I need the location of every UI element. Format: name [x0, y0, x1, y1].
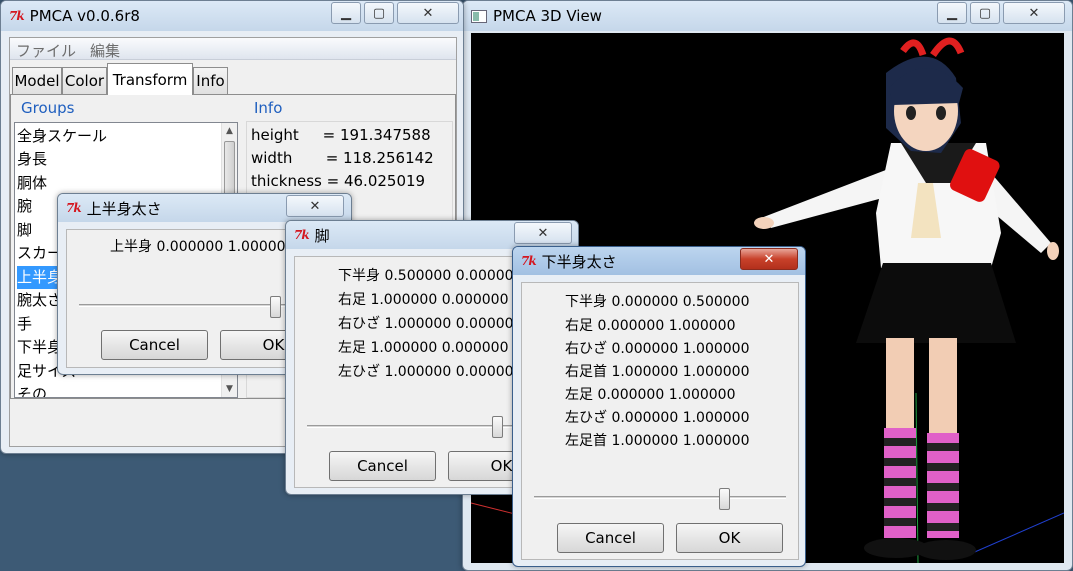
- maximize-icon[interactable]: ▢: [970, 2, 1000, 24]
- dialog-leg-title: 脚: [314, 226, 330, 245]
- dialog-lower-client: 下半身 0.000000 0.500000 右足 0.000000 1.0000…: [521, 282, 799, 560]
- scroll-down-icon[interactable]: ▼: [222, 384, 237, 394]
- tab-info[interactable]: Info: [193, 67, 228, 94]
- dialog-leg-line: 左ひざ 1.000000 0.000000: [338, 364, 523, 380]
- list-item[interactable]: 手: [17, 313, 32, 336]
- scroll-thumb[interactable]: [224, 141, 235, 201]
- list-item[interactable]: 脚: [17, 219, 32, 242]
- tab-model[interactable]: Model: [12, 67, 62, 94]
- close-icon[interactable]: ✕: [740, 248, 798, 270]
- tk-feather-icon: 7k: [66, 201, 82, 215]
- tab-color[interactable]: Color: [62, 67, 107, 94]
- list-item[interactable]: その: [17, 383, 47, 397]
- tk-feather-icon: 7k: [521, 254, 537, 268]
- dialog-leg-line: 右足 1.000000 0.000000: [338, 292, 509, 308]
- menu-bar: ファイル 編集: [10, 38, 456, 60]
- menu-edit[interactable]: 編集: [90, 40, 120, 61]
- close-icon[interactable]: ✕: [514, 222, 572, 244]
- dialog-lower-line: 右足 0.000000 1.000000: [565, 318, 736, 334]
- list-item[interactable]: 胴体: [17, 172, 47, 195]
- ok-button[interactable]: OK: [676, 523, 783, 553]
- list-item[interactable]: 身長: [17, 148, 47, 171]
- menu-file[interactable]: ファイル: [16, 40, 76, 61]
- minimize-icon[interactable]: ▁: [331, 2, 361, 24]
- app-window-icon: [471, 9, 487, 23]
- tk-feather-icon: 7k: [294, 228, 310, 242]
- info-label: Info: [254, 99, 283, 117]
- dialog-leg-slider-thumb[interactable]: [492, 416, 503, 438]
- dialog-lower-line: 左足 0.000000 1.000000: [565, 387, 736, 403]
- dialog-lower-slider-thumb[interactable]: [719, 488, 730, 510]
- info-thickness: thickness = 46.025019: [251, 172, 426, 190]
- dialog-lower-line: 下半身 0.000000 0.500000: [565, 294, 750, 310]
- cancel-button[interactable]: Cancel: [557, 523, 664, 553]
- maximize-icon[interactable]: ▢: [364, 2, 394, 24]
- list-item[interactable]: 全身スケール: [17, 125, 107, 148]
- dialog-lower-slider-track[interactable]: [534, 496, 786, 499]
- list-item[interactable]: 腕: [17, 195, 32, 218]
- tab-transform[interactable]: Transform: [107, 63, 193, 95]
- info-height: height = 191.347588: [251, 126, 431, 144]
- list-item[interactable]: 腕太さ: [17, 289, 62, 312]
- tk-feather-icon: 7k: [9, 9, 25, 23]
- dialog-leg-line: 左足 1.000000 0.000000: [338, 340, 509, 356]
- dialog-upper-title: 上半身太さ: [86, 199, 162, 218]
- striped-socks: [884, 428, 959, 538]
- view3d-title: PMCA 3D View: [493, 7, 602, 25]
- dialog-lower-line: 左ひざ 0.000000 1.000000: [565, 410, 750, 426]
- main-title: PMCA v0.0.6r8: [29, 7, 140, 25]
- scroll-up-icon[interactable]: ▲: [222, 126, 237, 136]
- dialog-lower-line: 右足首 1.000000 1.000000: [565, 364, 750, 380]
- close-icon[interactable]: ✕: [397, 2, 459, 24]
- cancel-button[interactable]: Cancel: [329, 451, 436, 481]
- list-item[interactable]: 下半身: [17, 336, 62, 359]
- dialog-lower-line: 左足首 1.000000 1.000000: [565, 433, 750, 449]
- dialog-upper-line: 上半身 0.000000 1.000000: [110, 239, 295, 255]
- dialog-leg-line: 下半身 0.500000 0.000000: [338, 268, 523, 284]
- dialog-lower-line: 右ひざ 0.000000 1.000000: [565, 341, 750, 357]
- close-icon[interactable]: ✕: [286, 195, 344, 217]
- dialog-lower-body: 7k 下半身太さ ✕ 下半身 0.000000 0.500000 右足 0.00…: [512, 246, 806, 567]
- minimize-icon[interactable]: ▁: [937, 2, 967, 24]
- dialog-lower-title: 下半身太さ: [541, 252, 617, 271]
- cancel-button[interactable]: Cancel: [101, 330, 208, 360]
- close-icon[interactable]: ✕: [1003, 2, 1065, 24]
- groups-label: Groups: [21, 99, 75, 117]
- info-width: width = 118.256142: [251, 149, 434, 167]
- dialog-upper-slider-thumb[interactable]: [270, 296, 281, 318]
- dialog-leg-line: 右ひざ 1.000000 0.000000: [338, 316, 523, 332]
